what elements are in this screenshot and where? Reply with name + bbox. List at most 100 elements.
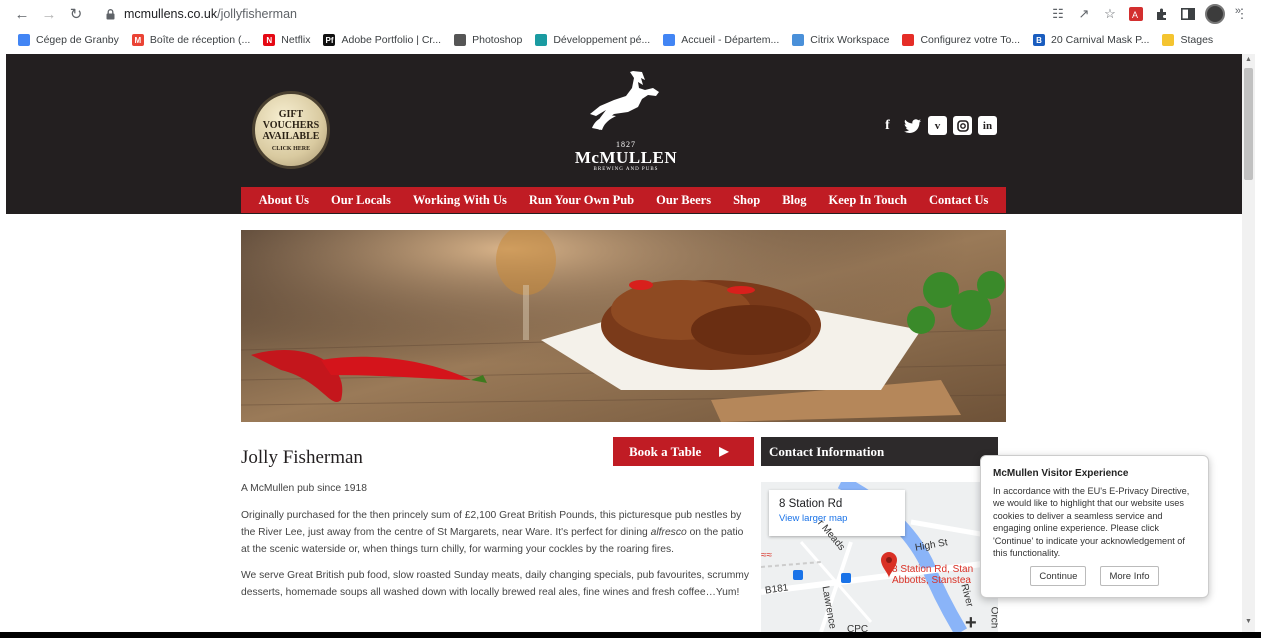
instagram-icon[interactable]	[953, 116, 972, 135]
scroll-down-arrow-icon[interactable]: ▼	[1242, 618, 1255, 630]
bookmark-label: Configurez votre To...	[920, 34, 1021, 46]
rail-icon: ≈≈	[761, 550, 772, 561]
star-icon[interactable]: ☆	[1101, 5, 1119, 23]
profile-avatar[interactable]	[1205, 4, 1225, 24]
svg-text:A: A	[1132, 10, 1138, 20]
map-street-cpc: CPC	[847, 624, 869, 632]
map-street-orch: Orch	[988, 606, 998, 629]
bookmark-favicon-icon	[792, 34, 805, 46]
bookmark-favicon-icon	[18, 34, 30, 46]
bookmark-item[interactable]: Pf Adobe Portfolio | Cr...	[323, 34, 441, 46]
linkedin-icon[interactable]: in	[978, 116, 997, 135]
main-navigation: About Us Our Locals Working With Us Run You…	[241, 187, 1006, 213]
nav-item-working-with-us[interactable]: Working With Us	[402, 193, 518, 208]
bookmark-label: Boîte de réception (...	[149, 34, 251, 46]
nav-item-about-us[interactable]: About Us	[248, 193, 320, 208]
embedded-map[interactable]: 8 Station Rd View larger map ≈≈ r Meads …	[761, 482, 998, 632]
bookmark-label: 20 Carnival Mask P...	[1051, 34, 1150, 46]
hero-food-image	[241, 230, 1006, 422]
cookie-continue-button[interactable]: Continue	[1030, 566, 1087, 586]
logo-subtitle: BREWING AND PUBS	[593, 167, 659, 172]
forward-arrow-icon[interactable]: →	[35, 0, 63, 28]
bookmarks-overflow-button[interactable]: »	[1235, 5, 1241, 17]
bookmark-item[interactable]: M Boîte de réception (...	[131, 34, 251, 46]
book-a-table-label: Book a Table	[629, 443, 702, 459]
logo-brand: McMULLEN	[574, 148, 678, 167]
pin-label-line-1: 8 Station Rd, Stan	[892, 564, 974, 575]
bookmark-favicon-icon: M	[131, 34, 144, 46]
cookie-title: McMullen Visitor Experience	[993, 468, 1129, 479]
bookmark-item[interactable]: Configurez votre To...	[902, 34, 1020, 46]
twitter-icon[interactable]	[903, 116, 922, 135]
translate-icon[interactable]: ☷	[1049, 5, 1067, 23]
browser-toolbar: ← → ↻ mcmullens.co.uk/jollyfisherman ☷ ↗…	[0, 0, 1261, 28]
reload-icon[interactable]: ↻	[62, 0, 90, 28]
bookmark-label: Cégep de Granby	[36, 34, 119, 46]
bookmark-label: Adobe Portfolio | Cr...	[341, 34, 442, 46]
cookie-more-info-button[interactable]: More Info	[1100, 566, 1159, 586]
window-bottom-edge	[0, 632, 1261, 638]
bookmark-label: Développement pé...	[553, 34, 651, 46]
bookmark-label: Netflix	[281, 34, 311, 46]
bookmark-favicon-icon	[902, 34, 915, 46]
pub-food-paragraph: We serve Great British pub food, slow ro…	[241, 570, 750, 598]
nav-item-our-beers[interactable]: Our Beers	[645, 193, 722, 208]
pub-title: Jolly Fisherman	[241, 447, 363, 468]
pub-since-text: A McMullen pub since 1918	[241, 483, 367, 494]
nav-item-blog[interactable]: Blog	[771, 193, 817, 208]
bookmark-favicon-icon: Pf	[323, 34, 336, 46]
cookie-consent-popup: McMullen Visitor Experience In accordanc…	[980, 455, 1209, 598]
contact-info-heading: Contact Information	[761, 437, 998, 466]
share-icon[interactable]: ↗	[1075, 5, 1093, 23]
pin-label-line-2: Abbotts, Stanstea	[892, 575, 971, 586]
zoom-in-button[interactable]: +	[965, 612, 977, 632]
gift-line-2: VOUCHERS	[262, 119, 320, 131]
social-links: f v in	[878, 116, 997, 135]
facebook-icon[interactable]: f	[878, 116, 897, 135]
gift-vouchers-badge[interactable]: GIFT VOUCHERS AVAILABLE CLICK HERE	[252, 91, 330, 169]
book-a-table-button[interactable]: Book a Table ▶	[613, 437, 754, 466]
map-address-card: 8 Station Rd View larger map	[769, 490, 905, 536]
history-text-emphasis: alfresco	[650, 527, 687, 538]
pub-history-paragraph: Originally purchased for the then prince…	[241, 507, 753, 558]
gift-line-3: AVAILABLE	[262, 130, 320, 142]
nav-item-run-your-own-pub[interactable]: Run Your Own Pub	[518, 193, 645, 208]
bookmarks-bar: Cégep de Granby M Boîte de réception (... N…	[0, 28, 1261, 52]
bookmark-label: Photoshop	[472, 34, 523, 46]
gift-line-1: GIFT	[278, 108, 304, 120]
extensions-puzzle-icon[interactable]	[1153, 5, 1171, 23]
map-address: 8 Station Rd	[779, 498, 843, 510]
bookmark-favicon-icon	[535, 34, 548, 46]
pdf-extension-icon[interactable]: A	[1127, 5, 1145, 23]
back-arrow-icon[interactable]: ←	[8, 0, 36, 28]
nav-item-keep-in-touch[interactable]: Keep In Touch	[818, 193, 919, 208]
bookmark-item[interactable]: Accueil - Départem...	[663, 34, 779, 46]
bookmark-label: Accueil - Départem...	[681, 34, 780, 46]
bookmark-item[interactable]: B 20 Carnival Mask P...	[1033, 34, 1149, 46]
bookmark-item[interactable]: N Netflix	[263, 34, 310, 46]
nav-item-contact-us[interactable]: Contact Us	[918, 193, 999, 208]
side-panel-icon[interactable]	[1179, 5, 1197, 23]
address-bar[interactable]: mcmullens.co.uk/jollyfisherman	[96, 3, 1120, 25]
bookmark-item[interactable]: Développement pé...	[535, 34, 650, 46]
bookmark-label: Citrix Workspace	[810, 34, 890, 46]
lock-icon	[102, 8, 118, 20]
bookmark-item[interactable]: Citrix Workspace	[792, 34, 889, 46]
brand-wordmark: 1827 McMULLEN BREWING AND PUBS	[566, 140, 686, 172]
bookmark-favicon-icon	[454, 34, 467, 46]
scroll-up-arrow-icon[interactable]: ▲	[1242, 56, 1255, 68]
bookmark-favicon-icon: B	[1033, 34, 1046, 46]
bookmark-favicon-icon	[1162, 34, 1175, 46]
bookmark-item[interactable]: Stages	[1162, 34, 1213, 46]
scrollbar-thumb[interactable]	[1244, 68, 1253, 180]
bookmark-label: Stages	[1180, 34, 1214, 46]
vimeo-icon[interactable]: v	[928, 116, 947, 135]
view-larger-map-link[interactable]: View larger map	[779, 513, 895, 524]
nav-item-shop[interactable]: Shop	[722, 193, 771, 208]
gift-cta: CLICK HERE	[271, 145, 311, 152]
bookmark-item[interactable]: Photoshop	[454, 34, 522, 46]
nav-item-our-locals[interactable]: Our Locals	[320, 193, 402, 208]
bookmark-item[interactable]: Cégep de Granby	[18, 34, 119, 46]
bookmark-favicon-icon	[663, 34, 676, 46]
play-arrow-icon: ▶	[719, 444, 729, 458]
